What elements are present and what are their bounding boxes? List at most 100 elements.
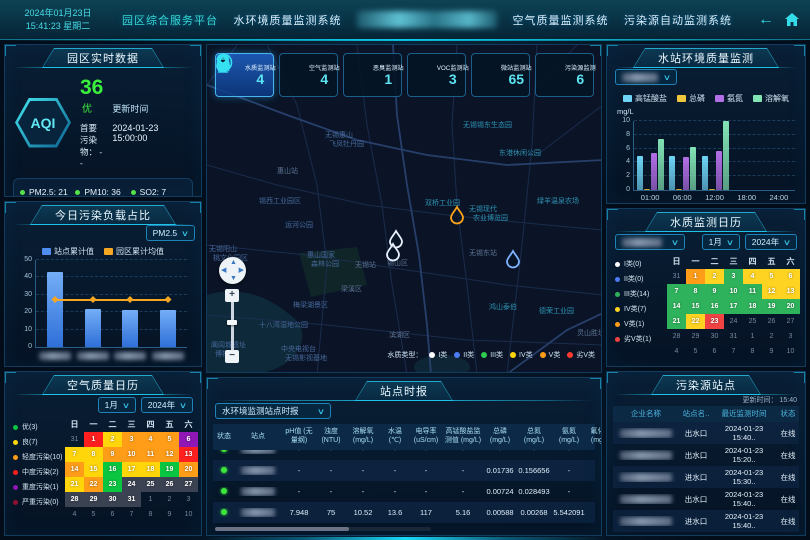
calendar-day[interactable]: 19 (762, 299, 781, 314)
calendar-day[interactable]: 27 (179, 477, 198, 492)
calendar-day[interactable]: 5 (686, 344, 705, 359)
calendar-day[interactable]: 22 (84, 477, 103, 492)
zoom-slider-track[interactable] (231, 302, 234, 350)
month-select[interactable]: 1月∨ (98, 397, 136, 413)
pollutant-select[interactable]: PM2.5∨ (146, 225, 195, 241)
calendar-day[interactable]: 18 (743, 299, 762, 314)
calendar-day[interactable]: 6 (103, 507, 122, 522)
year-select[interactable]: 2024年∨ (745, 234, 797, 250)
table-row[interactable]: ------0.017360.156656-- (213, 460, 595, 481)
calendar-day[interactable]: 24 (724, 314, 743, 329)
map-pan-control[interactable]: ▲ ▼ ◀ ▶ (219, 257, 246, 284)
calendar-day[interactable]: 28 (667, 329, 686, 344)
calendar-day[interactable]: 19 (160, 462, 179, 477)
pan-right-icon[interactable]: ▶ (239, 267, 244, 274)
nav-item-pollution-system[interactable]: 污染源自动监测系统 (624, 12, 732, 28)
calendar-day[interactable]: 29 (84, 492, 103, 507)
calendar-day[interactable]: 14 (65, 462, 84, 477)
calendar-day[interactable]: 11 (743, 284, 762, 299)
calendar-day[interactable]: 13 (179, 447, 198, 462)
calendar-day[interactable]: 2 (762, 329, 781, 344)
calendar-day[interactable]: 15 (686, 299, 705, 314)
calendar-day[interactable]: 9 (762, 344, 781, 359)
calendar-day[interactable]: 9 (103, 447, 122, 462)
calendar-day[interactable]: 27 (781, 314, 800, 329)
calendar-day[interactable]: 6 (781, 269, 800, 284)
calendar-day[interactable]: 17 (724, 299, 743, 314)
calendar-day[interactable]: 26 (160, 477, 179, 492)
calendar-day[interactable]: 2 (103, 432, 122, 447)
calendar-day[interactable]: 5 (84, 507, 103, 522)
calendar-day[interactable]: 6 (179, 432, 198, 447)
calendar-day[interactable]: 4 (141, 432, 160, 447)
calendar-day[interactable]: 26 (762, 314, 781, 329)
calendar-day[interactable]: 23 (103, 477, 122, 492)
calendar-day[interactable]: 7 (122, 507, 141, 522)
zoom-in-button[interactable]: + (225, 289, 239, 302)
zoom-slider-handle[interactable] (227, 320, 237, 325)
calendar-day[interactable]: 31 (65, 432, 84, 447)
calendar-day[interactable]: 8 (743, 344, 762, 359)
calendar-day[interactable]: 10 (179, 507, 198, 522)
calendar-day[interactable]: 4 (667, 344, 686, 359)
zoom-out-button[interactable]: − (225, 350, 239, 363)
station-button-空气监测站[interactable]: 空气监测站4 (279, 53, 338, 97)
calendar-day[interactable]: 1 (141, 492, 160, 507)
calendar-day[interactable]: 16 (103, 462, 122, 477)
calendar-day[interactable]: 10 (724, 284, 743, 299)
calendar-day[interactable]: 30 (103, 492, 122, 507)
table-row[interactable]: 7.9487510.5213.61175.160.005880.002685.5… (213, 502, 595, 523)
nav-item-air-system[interactable]: 空气质量监测系统 (513, 12, 609, 28)
source-row[interactable]: 出水口2024-01-23 15:20..在线 (613, 444, 799, 466)
calendar-day[interactable]: 21 (667, 314, 686, 329)
calendar-day[interactable]: 5 (762, 269, 781, 284)
calendar-day[interactable]: 12 (762, 284, 781, 299)
station-button-微站监测站[interactable]: 微站监测站65 (471, 53, 530, 97)
calendar-day[interactable]: 1 (743, 329, 762, 344)
calendar-day[interactable]: 8 (141, 507, 160, 522)
calendar-day[interactable]: 10 (122, 447, 141, 462)
pan-up-icon[interactable]: ▲ (230, 259, 237, 266)
calendar-day[interactable]: 1 (686, 269, 705, 284)
calendar-day[interactable]: 31 (724, 329, 743, 344)
calendar-day[interactable]: 25 (743, 314, 762, 329)
station-button-恶臭监测站[interactable]: 恶臭监测站1 (343, 53, 402, 97)
calendar-day[interactable]: 20 (781, 299, 800, 314)
water-cal-station-select[interactable]: ∨ (615, 234, 685, 250)
nav-item-water-system[interactable]: 水环境质量监测系统 (234, 12, 342, 28)
calendar-day[interactable]: 22 (686, 314, 705, 329)
calendar-day[interactable]: 18 (141, 462, 160, 477)
calendar-day[interactable]: 15 (84, 462, 103, 477)
month-select[interactable]: 1月∨ (702, 234, 740, 250)
report-table-body[interactable]: ----------------0.017360.156656--------0… (213, 450, 595, 525)
source-row[interactable]: 出水口2024-01-23 15:40..在线 (613, 488, 799, 510)
calendar-day[interactable]: 17 (122, 462, 141, 477)
calendar-day[interactable]: 4 (743, 269, 762, 284)
calendar-day[interactable]: 3 (179, 492, 198, 507)
calendar-day[interactable]: 14 (667, 299, 686, 314)
calendar-day[interactable]: 3 (122, 432, 141, 447)
calendar-day[interactable]: 12 (160, 447, 179, 462)
calendar-day[interactable]: 16 (705, 299, 724, 314)
calendar-day[interactable]: 30 (705, 329, 724, 344)
calendar-day[interactable]: 28 (65, 492, 84, 507)
water-station-select[interactable]: ∨ (615, 69, 677, 85)
calendar-day[interactable]: 1 (84, 432, 103, 447)
calendar-day[interactable]: 7 (667, 284, 686, 299)
calendar-day[interactable]: 3 (724, 269, 743, 284)
source-row[interactable]: 进水口2024-01-23 15:40..在线 (613, 510, 799, 532)
calendar-day[interactable]: 7 (724, 344, 743, 359)
calendar-day[interactable]: 21 (65, 477, 84, 492)
source-row[interactable]: 出水口2024-01-23 15:40..在线 (613, 422, 799, 444)
station-button-污染源监测[interactable]: 污染源监测6 (535, 53, 594, 97)
calendar-day[interactable]: 4 (65, 507, 84, 522)
calendar-day[interactable]: 13 (781, 284, 800, 299)
calendar-day[interactable]: 23 (705, 314, 724, 329)
calendar-day[interactable]: 8 (84, 447, 103, 462)
source-row[interactable]: 进水口2024-01-23 15:30..在线 (613, 466, 799, 488)
calendar-day[interactable]: 5 (160, 432, 179, 447)
calendar-day[interactable]: 9 (705, 284, 724, 299)
year-select[interactable]: 2024年∨ (141, 397, 193, 413)
calendar-day[interactable]: 24 (122, 477, 141, 492)
home-icon[interactable] (784, 12, 800, 27)
